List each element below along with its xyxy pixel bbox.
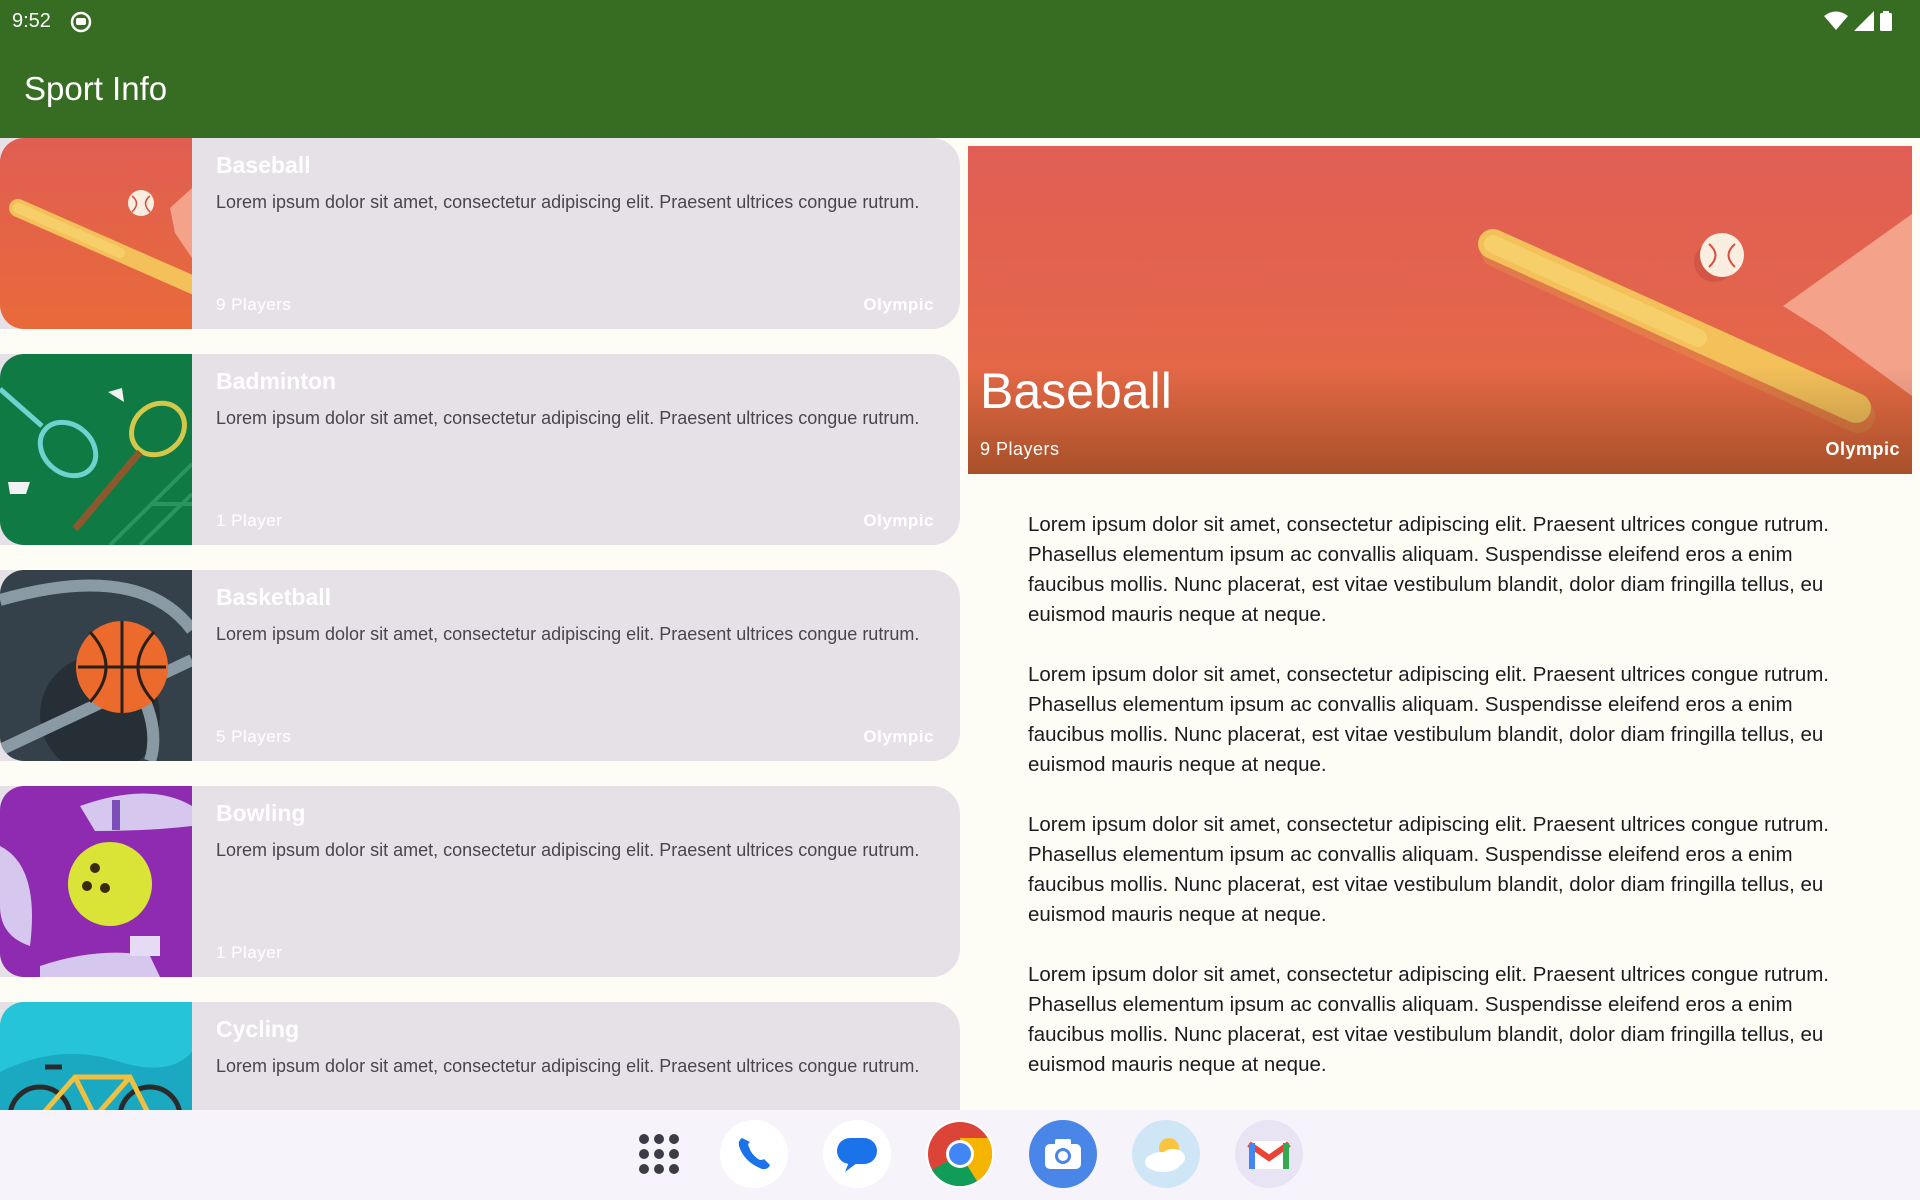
card-description: Lorem ipsum dolor sit amet, consectetur … xyxy=(216,840,920,860)
card-title: Baseball xyxy=(216,152,311,178)
app-title: Sport Info xyxy=(24,70,168,107)
detail-title: Baseball xyxy=(980,363,1172,419)
battery-icon xyxy=(1880,11,1892,31)
card-description: Lorem ipsum dolor sit amet, consectetur … xyxy=(216,1056,920,1076)
sport-card-baseball[interactable]: Baseball Lorem ipsum dolor sit amet, con… xyxy=(0,138,960,329)
chrome-icon[interactable] xyxy=(926,1120,994,1188)
card-title: Cycling xyxy=(216,1016,300,1042)
detail-paragraph: Lorem ipsum dolor sit amet, consectetur … xyxy=(1028,663,1830,776)
card-players: 1 Player xyxy=(216,943,283,962)
card-olympic-badge: Olympic xyxy=(863,295,934,314)
card-olympic-badge: Olympic xyxy=(863,511,934,530)
status-time: 9:52 xyxy=(12,10,51,32)
detail-hero: Baseball 9 Players Olympic xyxy=(968,146,1912,474)
card-description: Lorem ipsum dolor sit amet, consectetur … xyxy=(216,624,920,644)
camera-icon[interactable] xyxy=(1029,1120,1097,1188)
sport-card-basketball[interactable]: Basketball Lorem ipsum dolor sit amet, c… xyxy=(0,570,960,761)
cycling-thumbnail xyxy=(0,1002,192,1110)
detail-paragraph: Lorem ipsum dolor sit amet, consectetur … xyxy=(1028,813,1830,926)
card-olympic-badge: Olympic xyxy=(863,727,934,746)
basketball-thumbnail xyxy=(0,570,192,761)
signal-icon xyxy=(1854,11,1874,31)
bowling-thumbnail xyxy=(0,786,192,977)
weather-icon[interactable] xyxy=(1132,1120,1200,1188)
apps-grid-icon[interactable] xyxy=(625,1120,693,1188)
card-description: Lorem ipsum dolor sit amet, consectetur … xyxy=(216,192,920,212)
notification-icon xyxy=(70,11,92,33)
messages-icon[interactable] xyxy=(823,1120,891,1188)
taskbar xyxy=(0,1110,1920,1200)
card-title: Badminton xyxy=(216,368,337,394)
card-players: 5 Players xyxy=(216,727,292,746)
phone-icon[interactable] xyxy=(720,1120,788,1188)
detail-players: 9 Players xyxy=(980,439,1060,459)
app-bar: 9:52 Sport Info xyxy=(0,0,1920,138)
detail-description: Lorem ipsum dolor sit amet, consectetur … xyxy=(1028,510,1868,1110)
sport-card-bowling[interactable]: Bowling Lorem ipsum dolor sit amet, cons… xyxy=(0,786,960,977)
baseball-thumbnail xyxy=(0,138,192,329)
card-description: Lorem ipsum dolor sit amet, consectetur … xyxy=(216,408,920,428)
status-icons xyxy=(1824,10,1892,32)
card-title: Basketball xyxy=(216,584,332,610)
sports-list[interactable]: Baseball Lorem ipsum dolor sit amet, con… xyxy=(0,138,960,1110)
baseball-hero-image xyxy=(968,146,1912,474)
sport-card-badminton[interactable]: Badminton Lorem ipsum dolor sit amet, co… xyxy=(0,354,960,545)
card-title: Bowling xyxy=(216,800,306,826)
sport-card-cycling[interactable]: Cycling Lorem ipsum dolor sit amet, cons… xyxy=(0,1002,960,1110)
detail-paragraph: Lorem ipsum dolor sit amet, consectetur … xyxy=(1028,513,1830,626)
detail-olympic-badge: Olympic xyxy=(1825,439,1900,459)
gmail-icon[interactable] xyxy=(1235,1120,1303,1188)
card-players: 9 Players xyxy=(216,295,292,314)
wifi-icon xyxy=(1824,11,1848,30)
badminton-thumbnail xyxy=(0,354,192,545)
card-players: 1 Player xyxy=(216,511,283,530)
detail-paragraph: Lorem ipsum dolor sit amet, consectetur … xyxy=(1028,963,1830,1076)
